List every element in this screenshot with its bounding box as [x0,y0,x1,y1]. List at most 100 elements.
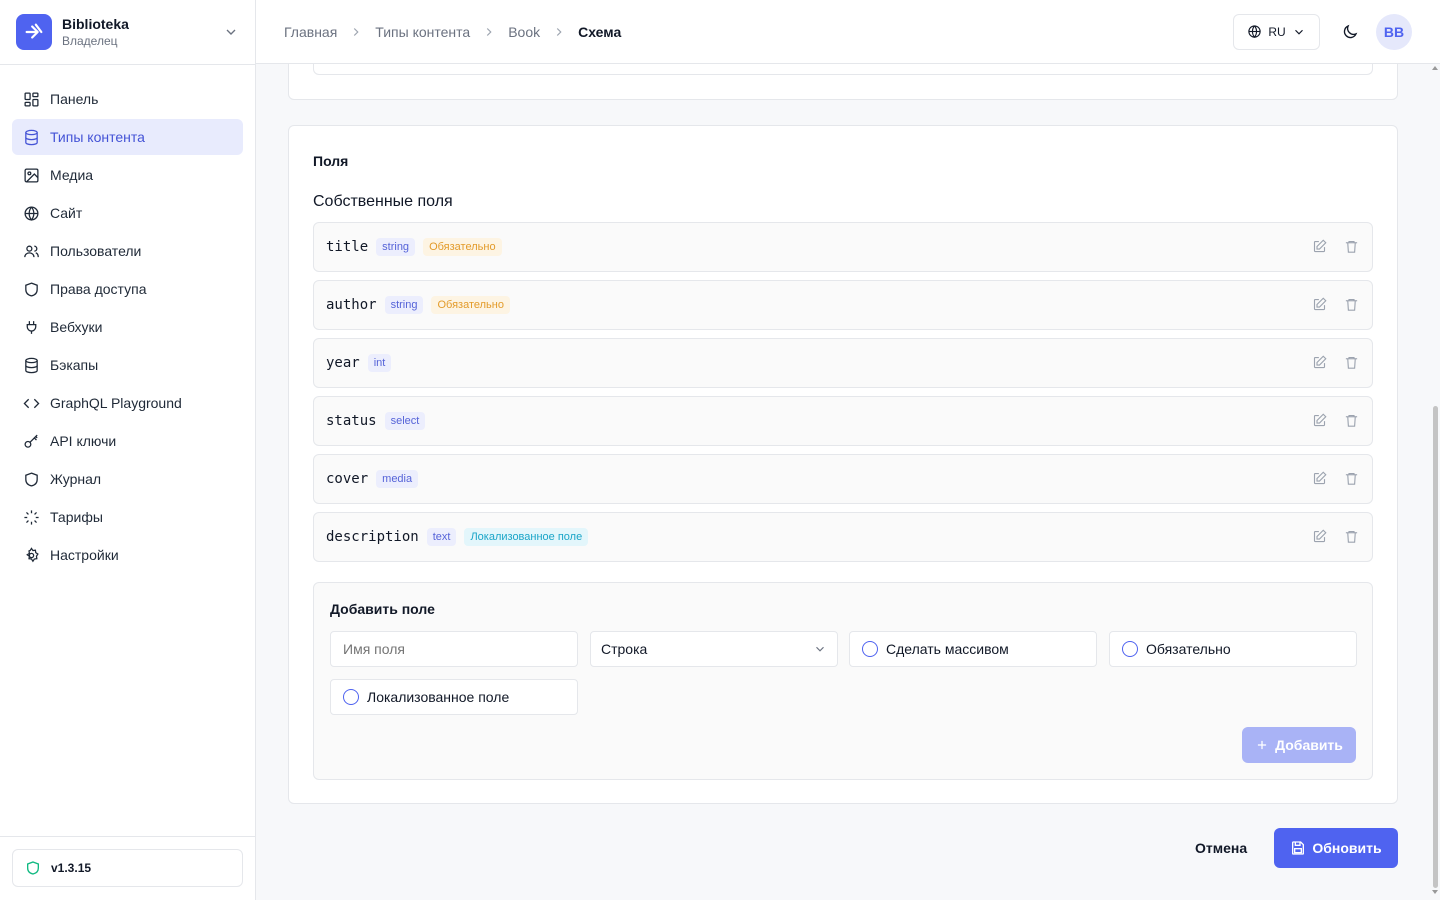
field-row: title string Обязательно [313,222,1373,272]
required-badge: Обязательно [423,238,502,256]
plus-icon [1255,738,1269,752]
make-array-checkbox[interactable]: Сделать массивом [849,631,1097,667]
sidebar-item-label: Пользователи [50,243,142,259]
main-content: Поля Собственные поля title string Обяза… [256,64,1440,900]
breadcrumb-current: Схема [578,23,622,40]
sidebar-item-webhooks[interactable]: Вебхуки [12,309,243,345]
trash-icon[interactable] [1344,297,1360,313]
field-row: status select [313,396,1373,446]
add-field-button-label: Добавить [1275,737,1343,753]
sidebar-item-label: GraphQL Playground [50,395,182,411]
chevron-right-icon [552,25,566,39]
sidebar-nav: Панель Типы контента Медиа Сайт Пользова… [0,65,255,591]
localized-badge: Локализованное поле [464,528,589,546]
cancel-button[interactable]: Отмена [1195,840,1247,856]
trash-icon[interactable] [1344,355,1360,371]
sidebar-item-label: Права доступа [50,281,147,297]
breadcrumb-home[interactable]: Главная [284,24,337,40]
field-type-badge: media [376,470,419,488]
sidebar-item-content-types[interactable]: Типы контента [12,119,243,155]
breadcrumb: Главная Типы контента Book Схема [284,24,1233,40]
scrollbar-thumb[interactable] [1433,406,1438,888]
sidebar-item-label: API ключи [50,433,117,449]
shield-icon [22,470,40,488]
dashboard-icon [22,90,40,108]
sidebar-item-graphql[interactable]: GraphQL Playground [12,385,243,421]
database-icon [22,128,40,146]
sidebar-item-api-keys[interactable]: API ключи [12,423,243,459]
save-icon [1290,840,1306,856]
chevron-down-icon [813,642,827,656]
required-checkbox[interactable]: Обязательно [1109,631,1357,667]
make-array-label: Сделать массивом [886,641,1009,657]
sidebar-item-label: Настройки [50,547,119,563]
trash-icon[interactable] [1344,239,1360,255]
field-name: year [326,355,360,371]
field-type-select[interactable]: Строка [590,631,838,667]
users-icon [22,242,40,260]
sidebar-item-permissions[interactable]: Права доступа [12,271,243,307]
add-field-button[interactable]: Добавить [1242,727,1356,763]
radio-icon [862,641,878,657]
language-selector[interactable]: RU [1233,13,1320,50]
trash-icon[interactable] [1344,471,1360,487]
sidebar-item-label: Бэкапы [50,357,99,373]
brand-switcher[interactable]: Biblioteka Владелец [0,0,255,65]
sidebar-item-label: Панель [50,91,99,107]
trash-icon[interactable] [1344,413,1360,429]
avatar[interactable]: BB [1376,13,1412,50]
key-icon [22,432,40,450]
field-name: title [326,239,369,255]
sidebar-item-users[interactable]: Пользователи [12,233,243,269]
section-title: Собственные поля [313,193,453,210]
trash-icon[interactable] [1344,529,1360,545]
sidebar-item-settings[interactable]: Настройки [12,537,243,573]
sidebar-item-label: Медиа [50,167,94,183]
edit-icon[interactable] [1312,239,1328,255]
scroll-down-arrow[interactable] [1432,890,1438,894]
code-icon [22,394,40,412]
field-row: description text Локализованное поле [313,512,1373,562]
update-button[interactable]: Обновить [1274,828,1398,868]
add-field-title: Добавить поле [330,601,435,617]
breadcrumb-book[interactable]: Book [508,24,540,40]
sidebar-item-dashboard[interactable]: Панель [12,81,243,117]
edit-icon[interactable] [1312,471,1328,487]
sidebar-item-site[interactable]: Сайт [12,195,243,231]
version-badge[interactable]: v1.3.15 [12,849,243,887]
shield-check-icon [25,860,41,876]
sidebar-item-media[interactable]: Медиа [12,157,243,193]
sidebar-item-label: Журнал [50,471,102,487]
globe-icon [22,204,40,222]
field-name: author [326,297,377,313]
edit-icon[interactable] [1312,297,1328,313]
sidebar-item-audit-log[interactable]: Журнал [12,461,243,497]
radio-icon [1122,641,1138,657]
field-name-input[interactable] [330,631,578,667]
loader-icon [22,508,40,526]
theme-toggle-button[interactable] [1336,18,1364,46]
update-button-label: Обновить [1312,840,1382,856]
shield-icon [22,280,40,298]
brand-role: Владелец [62,33,118,48]
field-name: status [326,413,377,429]
scroll-up-arrow[interactable] [1432,66,1438,70]
fields-card: Поля Собственные поля title string Обяза… [288,125,1398,804]
chevron-right-icon [349,25,363,39]
sidebar-item-backups[interactable]: Бэкапы [12,347,243,383]
localized-checkbox[interactable]: Локализованное поле [330,679,578,715]
radio-icon [343,689,359,705]
chevron-down-icon [1292,25,1306,39]
edit-icon[interactable] [1312,529,1328,545]
chevron-down-icon [223,24,239,40]
sidebar-item-plans[interactable]: Тарифы [12,499,243,535]
chevron-right-icon [482,25,496,39]
required-badge: Обязательно [431,296,510,314]
version-label: v1.3.15 [51,861,92,875]
edit-icon[interactable] [1312,413,1328,429]
field-type-badge: select [384,412,426,430]
edit-icon[interactable] [1312,355,1328,371]
breadcrumb-content-types[interactable]: Типы контента [375,24,470,40]
field-type-badge: text [426,528,457,546]
sidebar: Biblioteka Владелец Панель Типы контента… [0,0,256,900]
